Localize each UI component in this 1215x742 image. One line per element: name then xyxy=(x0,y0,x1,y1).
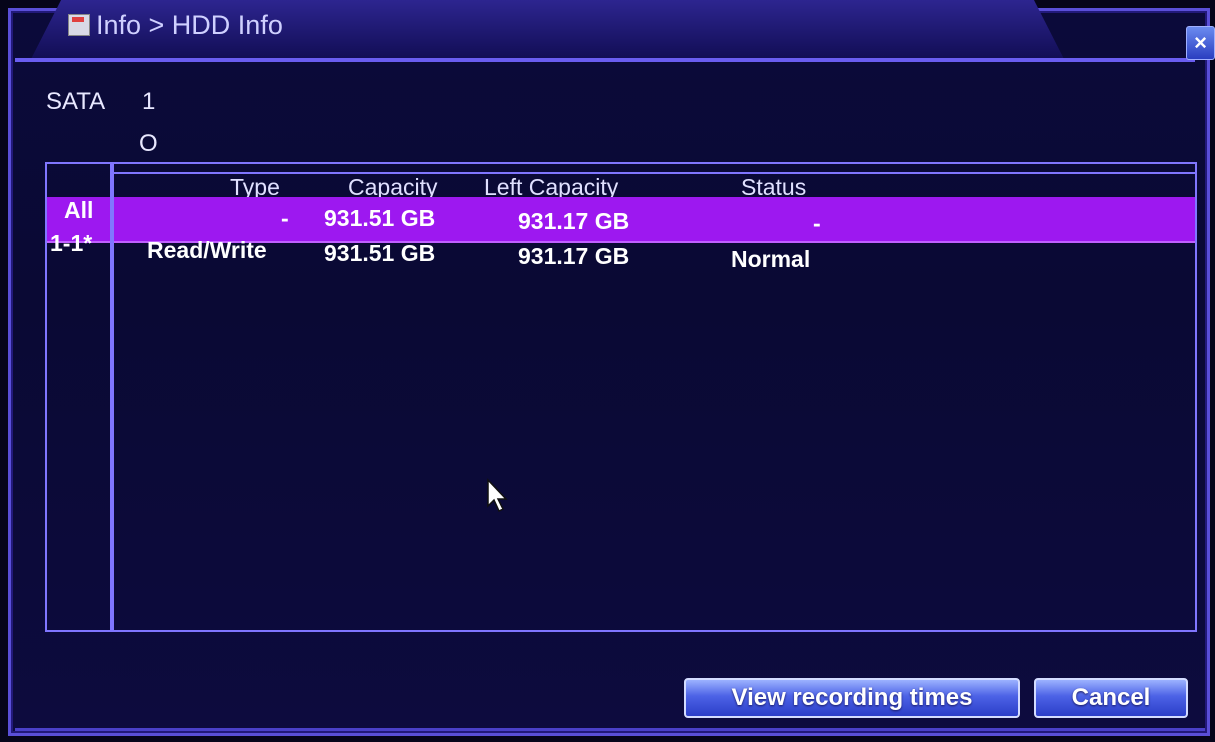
cancel-button[interactable]: Cancel xyxy=(1034,678,1188,718)
row-all-id: All xyxy=(64,197,94,223)
disk-port-label: 1 xyxy=(142,88,156,115)
disk-state-indicator: O xyxy=(139,130,158,157)
row-1-1-id: 1-1* xyxy=(50,230,93,256)
table-id-divider xyxy=(110,162,114,632)
row-1-1-type: Read/Write xyxy=(147,237,267,263)
hdd-info-icon xyxy=(68,14,90,36)
row-all-capacity: 931.51 GB xyxy=(324,205,436,231)
title-underline xyxy=(15,58,1195,62)
disk-bus-label: SATA xyxy=(46,88,106,115)
window-title: Info > HDD Info xyxy=(96,10,283,40)
mouse-pointer-icon xyxy=(487,478,508,513)
row-all-status: - xyxy=(813,210,821,236)
window-bottom-line xyxy=(15,728,1205,731)
view-recording-times-button[interactable]: View recording times xyxy=(684,678,1020,718)
row-1-1-status: Normal xyxy=(731,246,811,272)
row-1-1-capacity: 931.51 GB xyxy=(324,240,436,266)
row-all-type: - xyxy=(281,205,289,231)
row-1-1-left-capacity: 931.17 GB xyxy=(518,243,630,269)
close-button[interactable]: × xyxy=(1186,26,1215,60)
row-all-left-capacity: 931.17 GB xyxy=(518,208,630,234)
